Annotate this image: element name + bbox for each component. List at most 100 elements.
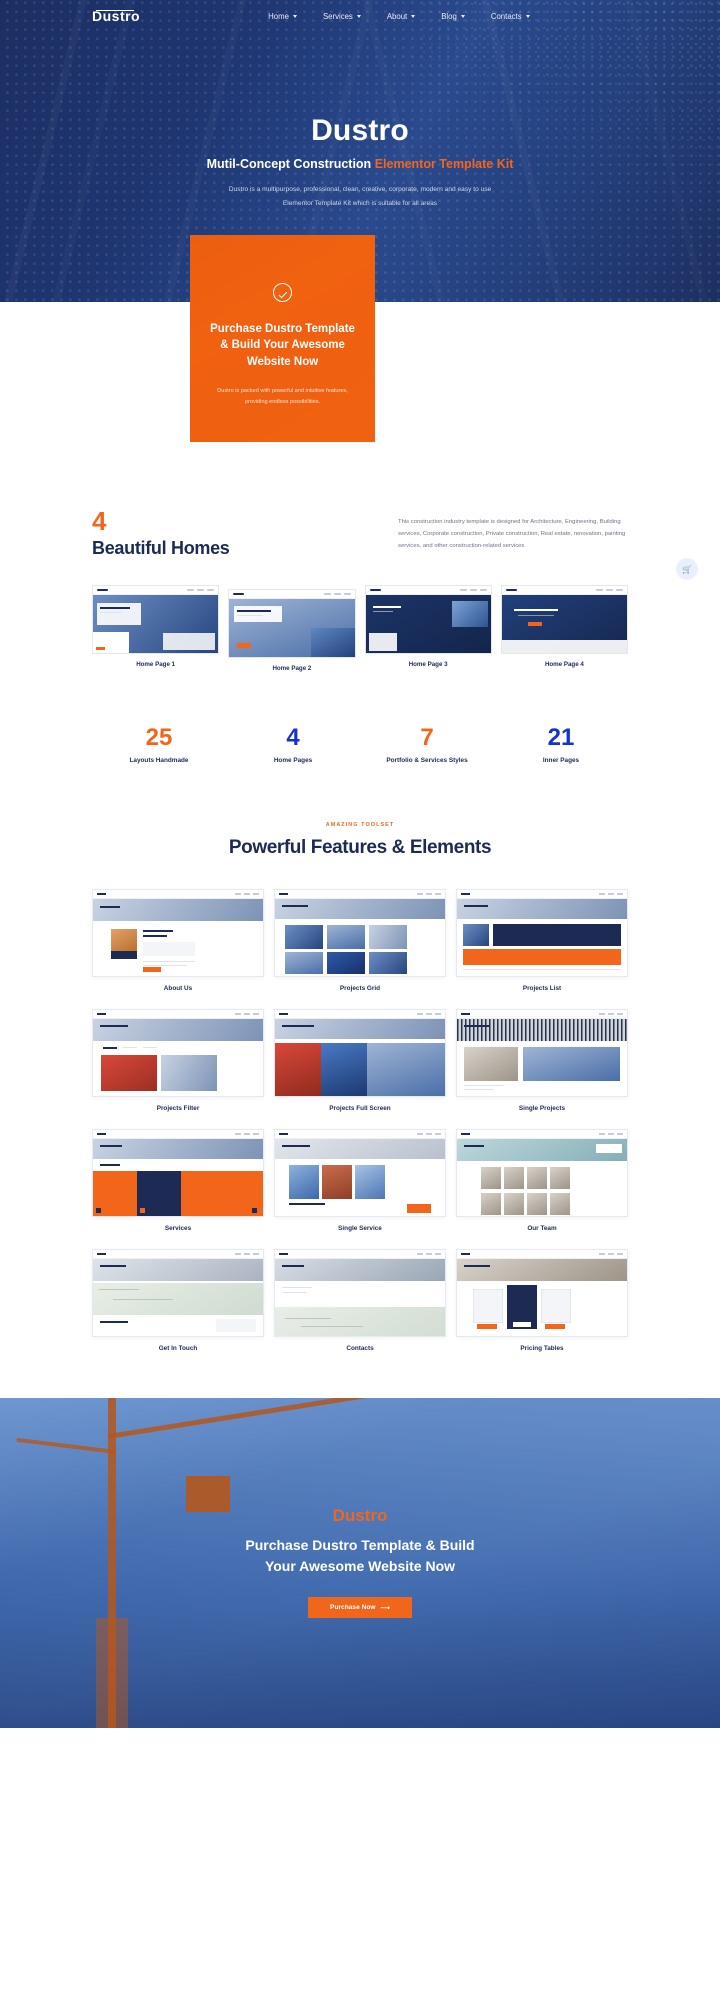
feature-caption: Pricing Tables <box>520 1345 564 1352</box>
homes-heading-block: 4 Beautiful Homes <box>92 508 322 559</box>
thumb-preview <box>93 595 219 653</box>
check-circle-icon <box>273 283 292 302</box>
stat-label: Layouts Handmade <box>129 757 189 764</box>
stat-item-portfolio: 7 Portfolio & Services Styles <box>360 724 494 765</box>
nav-item-about[interactable]: About <box>386 11 416 21</box>
feature-screenshot <box>456 1249 628 1337</box>
features-eyebrow: AMAZING TOOLSET <box>325 822 395 828</box>
feature-caption: Projects Grid <box>339 985 381 992</box>
stat-number: 4 <box>286 724 300 751</box>
nav-item-blog[interactable]: Blog <box>441 12 465 21</box>
feature-card-projects-full-screen[interactable]: Projects Full Screen <box>274 1009 446 1112</box>
stat-label: Home Pages <box>273 757 313 764</box>
feature-screenshot <box>274 1249 446 1337</box>
feature-caption: About Us <box>163 985 193 992</box>
feature-caption: Single Projects <box>518 1105 566 1112</box>
bottom-cta-section: Dustro Purchase Dustro Template & Build … <box>0 1398 720 1728</box>
promo-text: Dustro is packed with powerful and intui… <box>217 387 348 405</box>
stat-number: 7 <box>420 724 434 751</box>
nav-label: Home <box>268 11 289 21</box>
nav-label: Services <box>322 11 353 21</box>
thumb-preview <box>501 595 627 653</box>
homes-description: This construction industry template is d… <box>398 519 626 550</box>
thumb-preview <box>229 599 355 657</box>
arrow-right-icon: ⟶ <box>380 1604 390 1612</box>
stat-item-home-pages: 4 Home Pages <box>226 724 360 765</box>
cta-title: Purchase Dustro Template & Build Your Aw… <box>0 1535 720 1577</box>
cart-icon[interactable]: 🛒 <box>676 558 698 580</box>
thumb-image <box>228 589 356 658</box>
feature-screenshot <box>92 1129 264 1217</box>
purchase-now-button[interactable]: Purchase Now ⟶ <box>308 1597 412 1618</box>
hero-content: Dustro Mutil-Concept Construction Elemen… <box>0 32 720 211</box>
thumb-caption: Home Page 1 <box>136 661 176 668</box>
feature-caption: Single Service <box>338 1225 382 1232</box>
hero-description-line2: Elementor Template Kit which is suitable… <box>282 199 438 207</box>
hero-description-line1: Dustro is a multipurpose, professional, … <box>228 186 492 193</box>
feature-screenshot <box>92 889 264 977</box>
chevron-down-icon <box>460 14 465 18</box>
nav-item-contacts[interactable]: Contacts <box>491 12 530 21</box>
nav-item-services[interactable]: Services <box>323 12 361 21</box>
feature-screenshot <box>274 889 446 977</box>
main-navigation: Dustro Home Services About Blog Contacts <box>0 0 720 32</box>
feature-caption: Get In Touch <box>158 1345 198 1352</box>
promo-card-container: Purchase Dustro Template & Build Your Aw… <box>0 283 720 450</box>
promo-title: Purchase Dustro Template & Build Your Aw… <box>210 323 355 368</box>
chevron-down-icon <box>356 14 361 18</box>
site-logo[interactable]: Dustro <box>92 8 140 24</box>
feature-card-about-us[interactable]: About Us <box>92 889 264 992</box>
nav-label: Contacts <box>490 11 522 21</box>
hero-subtitle: Mutil-Concept Construction Elementor Tem… <box>0 157 720 171</box>
feature-card-services[interactable]: Services <box>92 1129 264 1232</box>
feature-card-pricing-tables[interactable]: Pricing Tables <box>456 1249 628 1352</box>
feature-caption: Projects Filter <box>156 1105 200 1112</box>
stats-section: 25 Layouts Handmade 4 Home Pages 7 Portf… <box>0 672 720 765</box>
feature-caption: Projects List <box>522 985 562 992</box>
features-title: Powerful Features & Elements <box>228 837 492 858</box>
crane-tower-base-icon <box>96 1618 128 1728</box>
feature-card-single-projects[interactable]: Single Projects <box>456 1009 628 1112</box>
nav-item-home[interactable]: Home <box>268 12 297 21</box>
feature-caption: Contacts <box>346 1345 374 1352</box>
chevron-down-icon <box>525 14 530 18</box>
cta-content: Dustro Purchase Dustro Template & Build … <box>0 1398 720 1618</box>
home-thumb-1[interactable]: Home Page 1 <box>92 585 220 672</box>
feature-screenshot <box>92 1249 264 1337</box>
homes-count: 4 <box>92 506 107 536</box>
feature-card-contacts[interactable]: Contacts <box>274 1249 446 1352</box>
hero-subtitle-main: Mutil-Concept Construction <box>206 157 372 171</box>
feature-screenshot <box>92 1009 264 1097</box>
home-thumb-3[interactable]: Home Page 3 <box>364 585 492 672</box>
stat-label: Portfolio & Services Styles <box>386 757 468 764</box>
nav-label: Blog <box>441 11 457 21</box>
nav-label: About <box>386 11 408 21</box>
feature-caption: Our Team <box>527 1225 557 1232</box>
feature-card-our-team[interactable]: Our Team <box>456 1129 628 1232</box>
hero-description: Dustro is a multipurpose, professional, … <box>0 183 720 211</box>
promo-card[interactable]: Purchase Dustro Template & Build Your Aw… <box>190 235 375 442</box>
thumb-preview <box>365 595 491 653</box>
features-section: AMAZING TOOLSET Powerful Features & Elem… <box>0 764 720 1352</box>
thumb-image <box>500 585 628 654</box>
feature-screenshot <box>456 1009 628 1097</box>
thumb-caption: Home Page 2 <box>272 665 312 672</box>
landing-page: Dustro Home Services About Blog Contacts… <box>0 0 720 1728</box>
feature-card-get-in-touch[interactable]: Get In Touch <box>92 1249 264 1352</box>
homes-title: Beautiful Homes <box>92 538 230 558</box>
thumb-caption: Home Page 4 <box>544 661 584 668</box>
stat-item-inner-pages: 21 Inner Pages <box>494 726 628 765</box>
homes-header: 4 Beautiful Homes This construction indu… <box>92 508 628 559</box>
features-grid: About Us Projects Grid Projects List Pro… <box>92 889 628 1352</box>
cta-brand: Dustro <box>332 1506 388 1525</box>
home-thumb-4[interactable]: Home Page 4 <box>500 585 628 672</box>
home-thumb-2[interactable]: Home Page 2 <box>228 589 356 672</box>
feature-card-projects-list[interactable]: Projects List <box>456 889 628 992</box>
cta-title-line2: Your Awesome Website Now <box>264 1558 456 1574</box>
feature-card-single-service[interactable]: Single Service <box>274 1129 446 1232</box>
feature-card-projects-grid[interactable]: Projects Grid <box>274 889 446 992</box>
thumb-image <box>364 585 492 654</box>
feature-card-projects-filter[interactable]: Projects Filter <box>92 1009 264 1112</box>
hero-subtitle-accent: Elementor Template Kit <box>374 157 514 171</box>
stat-number: 25 <box>145 724 173 751</box>
